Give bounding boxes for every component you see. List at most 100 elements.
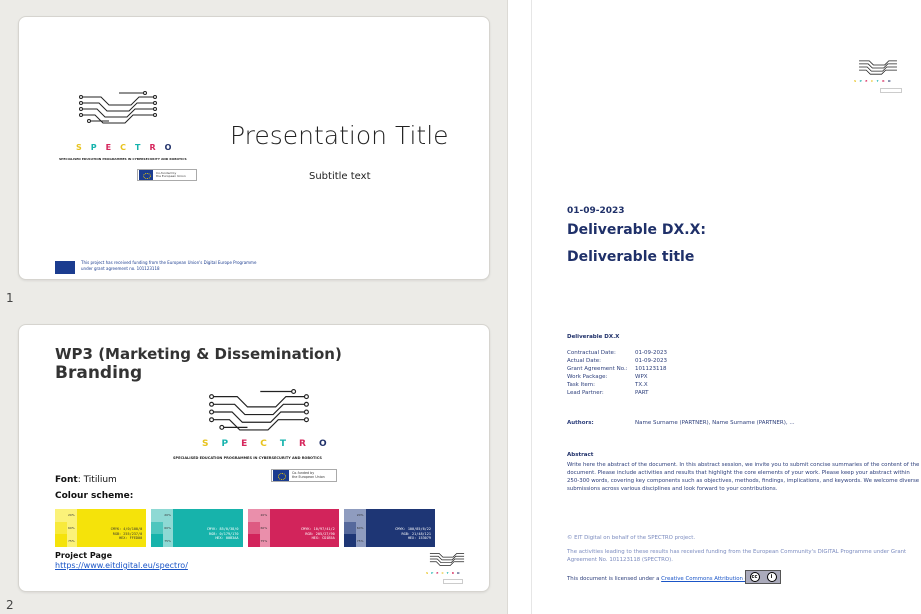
colour-swatch: 20% 60% 75% CMYK: 10/97/41/2 RGB: 205/27/90 H… bbox=[247, 509, 339, 548]
metadata-row: Grant Agreement No.: 101123118 bbox=[567, 366, 667, 372]
footer-line-1: This project has received funding from t… bbox=[81, 260, 257, 265]
document-metadata: Contractual Date: 01-09-2023 Actual Date: 0… bbox=[567, 349, 667, 397]
funding-text: The activities leading to these results … bbox=[567, 548, 921, 564]
tint-percent: 75% bbox=[356, 538, 364, 543]
circuit-logo-icon bbox=[79, 91, 157, 124]
slide-title-line1: WP3 (Marketing & Dissemination) bbox=[55, 345, 342, 363]
wordmark-letter: O bbox=[318, 439, 340, 449]
wordmark-letter: R bbox=[299, 439, 319, 449]
colour-code: HEX: 153079 bbox=[407, 536, 431, 541]
spectro-wordmark: SPECTRO bbox=[202, 439, 340, 449]
wordmark-letter: P bbox=[221, 439, 242, 449]
wordmark-letter: P bbox=[90, 143, 106, 152]
eu-flag-icon bbox=[139, 170, 153, 180]
brand-tagline: SPECIALISED EDUCATION PROGRAMMES IN CYBE… bbox=[59, 157, 187, 161]
attribution-icon: i bbox=[766, 572, 777, 582]
spectro-wordmark: SPECTRO bbox=[76, 143, 180, 152]
document-page[interactable]: SPECTRO 01-09-2023 Deliverable DX.X: Del… bbox=[531, 0, 921, 614]
slide-number-2: 2 bbox=[6, 598, 14, 612]
project-page-label: Project Page bbox=[55, 551, 113, 560]
metadata-row: Task Item: TX.X bbox=[567, 382, 648, 388]
eu-flag-icon bbox=[55, 261, 75, 274]
document-title-line2: Deliverable title bbox=[567, 249, 695, 265]
tint-percent: 20% bbox=[356, 513, 364, 518]
wordmark-letter: R bbox=[149, 143, 165, 152]
abstract-text: Write here the abstract of the document.… bbox=[567, 461, 921, 493]
colour-code: HEX: CD1B5A bbox=[311, 536, 335, 541]
colour-swatch: 20% 60% 75% CMYK: 100/85/6/22 RGB: 21/48/121… bbox=[343, 509, 435, 548]
eu-flag-icon bbox=[273, 470, 289, 481]
font-info: Font: Titilium bbox=[55, 475, 117, 485]
colour-code: HEX: 00B3AA bbox=[215, 536, 239, 541]
license-prefix: This document is licensed under a bbox=[567, 576, 662, 582]
project-page-link[interactable]: https://www.eitdigital.eu/spectro/ bbox=[55, 561, 188, 570]
footer-line-2: under grant agreement no. 101123118 bbox=[81, 265, 160, 271]
tint-percent: 60% bbox=[68, 525, 75, 530]
abstract-line: 250-300 words, covering key components s… bbox=[567, 478, 920, 484]
colour-code: HEX: FFED00 bbox=[119, 536, 143, 541]
wordmark-letter: S bbox=[76, 143, 91, 152]
metadata-row: Work Package: WPX bbox=[567, 374, 648, 380]
slide-number-1: 1 bbox=[6, 291, 14, 305]
tint-percent: 60% bbox=[260, 525, 268, 530]
wordmark-letter: O bbox=[164, 143, 181, 152]
tint-percent: 20% bbox=[68, 513, 75, 518]
slide-thumbnail-2[interactable]: WP3 (Marketing & Dissemination) Branding… bbox=[18, 324, 490, 592]
tint-percent: 20% bbox=[260, 513, 268, 518]
slides-pane[interactable]: SPECTRO SPECIALISED EDUCATION PROGRAMMES… bbox=[0, 0, 508, 614]
slide-thumbnail-1[interactable]: SPECTRO SPECIALISED EDUCATION PROGRAMMES… bbox=[18, 16, 490, 280]
eu-cofunded-badge bbox=[443, 579, 463, 584]
wordmark-letter: T bbox=[134, 143, 150, 152]
deliverable-label: Deliverable DX.X bbox=[567, 334, 620, 340]
eu-cofunded-badge: Co-funded by the European Union bbox=[137, 169, 197, 181]
cc-by-license-icon: cc i bbox=[745, 570, 781, 584]
funding-line: The activities leading to these results … bbox=[567, 549, 907, 555]
eu-text-line2: the European Union bbox=[156, 174, 186, 178]
brand-tagline: SPECIALISED EDUCATION PROGRAMMES IN CYBE… bbox=[173, 456, 322, 460]
wordmark-letter: O bbox=[457, 571, 463, 575]
abstract-line: submissions across various disciplines a… bbox=[567, 486, 778, 492]
tint-percent: 75% bbox=[164, 538, 171, 543]
abstract-line: Write here the abstract of the document.… bbox=[567, 462, 920, 468]
abstract-line: document. Please include activities and … bbox=[567, 470, 910, 476]
colour-swatch: 20% 60% 75% CMYK: 4/0/100/0 RGB: 255/237/0 HE… bbox=[55, 509, 147, 548]
wordmark-letter: C bbox=[260, 439, 280, 449]
eu-cofunded-badge: Co-funded by the European Union bbox=[271, 469, 337, 482]
font-label: Font bbox=[55, 475, 78, 485]
slide-subtitle: Subtitle text bbox=[309, 171, 371, 182]
tint-percent: 75% bbox=[68, 538, 75, 543]
tint-percent: 60% bbox=[164, 525, 171, 530]
document-authors: Authors: Name Surname (PARTNER), Name Su… bbox=[567, 420, 795, 426]
abstract-heading: Abstract bbox=[567, 452, 594, 458]
slide-footer-text: This project has received funding from t… bbox=[81, 260, 281, 271]
spectro-wordmark: SPECTRO bbox=[426, 571, 463, 575]
tint-percent: 75% bbox=[260, 538, 268, 543]
tint-percent: 60% bbox=[356, 525, 364, 530]
tint-percent: 20% bbox=[164, 513, 171, 518]
colour-swatch: 20% 60% 75% CMYK: 85/0/38/0 RGB: 0/179/170 HE… bbox=[151, 509, 243, 548]
cc-icon: cc bbox=[749, 572, 760, 582]
slide-title: Presentation Title bbox=[230, 121, 449, 150]
wordmark-letter: O bbox=[888, 79, 895, 83]
slide-title-line2: Branding bbox=[55, 363, 143, 383]
metadata-row: Actual Date: 01-09-2023 bbox=[567, 358, 667, 364]
wordmark-letter: E bbox=[241, 439, 261, 449]
copyright-text: © EIT Digital on behalf of the SPECTRO p… bbox=[567, 535, 696, 541]
document-date: 01-09-2023 bbox=[567, 206, 625, 216]
authors-value: Name Surname (PARTNER), Name Surname (PA… bbox=[635, 420, 795, 426]
colour-scheme-label: Colour scheme: bbox=[55, 491, 134, 501]
colour-swatches: 20% 60% 75% CMYK: 4/0/100/0 RGB: 255/237/0 HE… bbox=[55, 509, 435, 548]
circuit-logo-icon bbox=[209, 388, 309, 431]
wordmark-letter: E bbox=[105, 143, 121, 152]
metadata-row: Contractual Date: 01-09-2023 bbox=[567, 350, 667, 356]
authors-label: Authors: bbox=[567, 420, 594, 426]
funding-line: Agreement No. 101123118 (SPECTRO). bbox=[567, 557, 673, 563]
wordmark-letter: C bbox=[120, 143, 135, 152]
font-value: : Titilium bbox=[77, 475, 117, 485]
license-text: This document is licensed under a Creati… bbox=[567, 576, 774, 582]
circuit-logo-icon bbox=[429, 553, 465, 566]
metadata-row: Lead Partner: PART bbox=[567, 390, 649, 396]
wordmark-letter: T bbox=[279, 439, 299, 449]
spectro-wordmark: SPECTRO bbox=[854, 79, 894, 83]
document-title-line1: Deliverable DX.X: bbox=[567, 222, 707, 238]
